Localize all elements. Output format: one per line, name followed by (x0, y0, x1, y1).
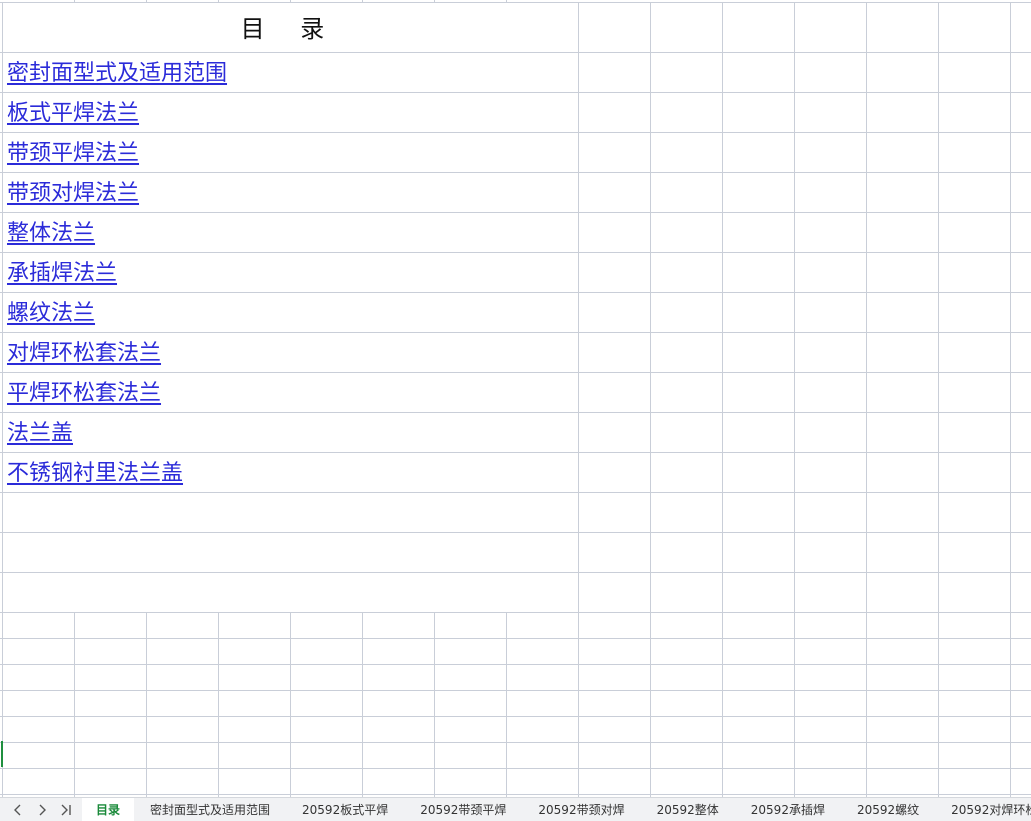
toc-link-lap-joint-weld[interactable]: 对焊环松套法兰 (7, 341, 161, 367)
tab-toc[interactable]: 目录 (82, 798, 135, 821)
sheet-tabs: 目录 密封面型式及适用范围 20592板式平焊 20592带颈平焊 20592带… (82, 798, 1031, 821)
toc-link-seal-face[interactable]: 密封面型式及适用范围 (7, 61, 227, 87)
tab-20592-plate[interactable]: 20592板式平焊 (286, 798, 404, 821)
toc-link-lined-blind[interactable]: 不锈钢衬里法兰盖 (7, 461, 183, 487)
toc-link-lap-joint-slip[interactable]: 平焊环松套法兰 (7, 381, 161, 407)
sheet-title: 目 录 (240, 14, 339, 43)
tab-20592-integral[interactable]: 20592整体 (641, 798, 735, 821)
chevron-left-icon[interactable] (6, 799, 30, 821)
toc-link-socket-weld[interactable]: 承插焊法兰 (7, 261, 117, 287)
sheet-tab-bar: 目录 密封面型式及适用范围 20592板式平焊 20592带颈平焊 20592带… (0, 797, 1031, 821)
toc-link-threaded[interactable]: 螺纹法兰 (7, 301, 95, 327)
toc-link-weld-neck[interactable]: 带颈对焊法兰 (7, 181, 139, 207)
tab-20592-socket-weld[interactable]: 20592承插焊 (735, 798, 841, 821)
tab-seal-face[interactable]: 密封面型式及适用范围 (134, 798, 286, 821)
last-sheet-icon[interactable] (54, 799, 78, 821)
tab-20592-hubbed-slip-on[interactable]: 20592带颈平焊 (404, 798, 522, 821)
sheet-nav (0, 798, 78, 821)
toc-link-blind[interactable]: 法兰盖 (7, 421, 73, 447)
chevron-right-icon[interactable] (30, 799, 54, 821)
toc-link-plate-flange[interactable]: 板式平焊法兰 (7, 101, 139, 127)
tab-20592-threaded[interactable]: 20592螺纹 (841, 798, 935, 821)
tab-20592-weld-neck[interactable]: 20592带颈对焊 (522, 798, 640, 821)
tab-20592-lap-joint-weld[interactable]: 20592对焊环松套 (935, 798, 1031, 821)
toc-link-integral[interactable]: 整体法兰 (7, 221, 95, 247)
active-cell-marker (1, 741, 3, 767)
toc-link-hubbed-slip-on[interactable]: 带颈平焊法兰 (7, 141, 139, 167)
